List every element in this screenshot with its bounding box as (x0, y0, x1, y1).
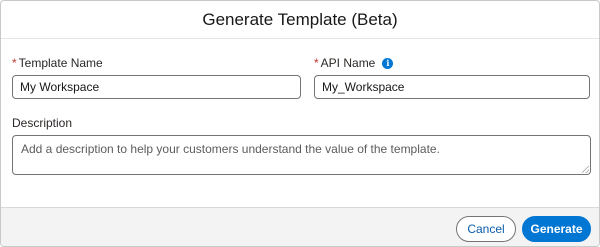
cancel-button[interactable]: Cancel (456, 216, 516, 242)
resize-handle-icon[interactable] (582, 166, 589, 173)
modal-footer: Cancel Generate (1, 207, 599, 246)
template-name-label-text: Template Name (18, 56, 103, 70)
modal-body: * Template Name * API Name i Description (1, 39, 599, 207)
generate-template-modal: Generate Template (Beta) * Template Name… (0, 0, 600, 247)
modal-title: Generate Template (Beta) (202, 9, 398, 29)
template-name-input[interactable] (12, 75, 301, 99)
description-label-text: Description (12, 116, 73, 130)
info-icon[interactable]: i (382, 57, 394, 69)
api-name-label-text: API Name (320, 56, 376, 70)
description-label: Description (12, 116, 72, 130)
api-name-input[interactable] (314, 75, 590, 99)
generate-button[interactable]: Generate (522, 216, 591, 242)
modal-header: Generate Template (Beta) (1, 1, 599, 39)
required-marker: * (314, 56, 319, 70)
api-name-label: * API Name i (314, 56, 394, 70)
template-name-label: * Template Name (12, 56, 103, 70)
description-textarea[interactable] (12, 135, 591, 175)
required-marker: * (12, 56, 17, 70)
